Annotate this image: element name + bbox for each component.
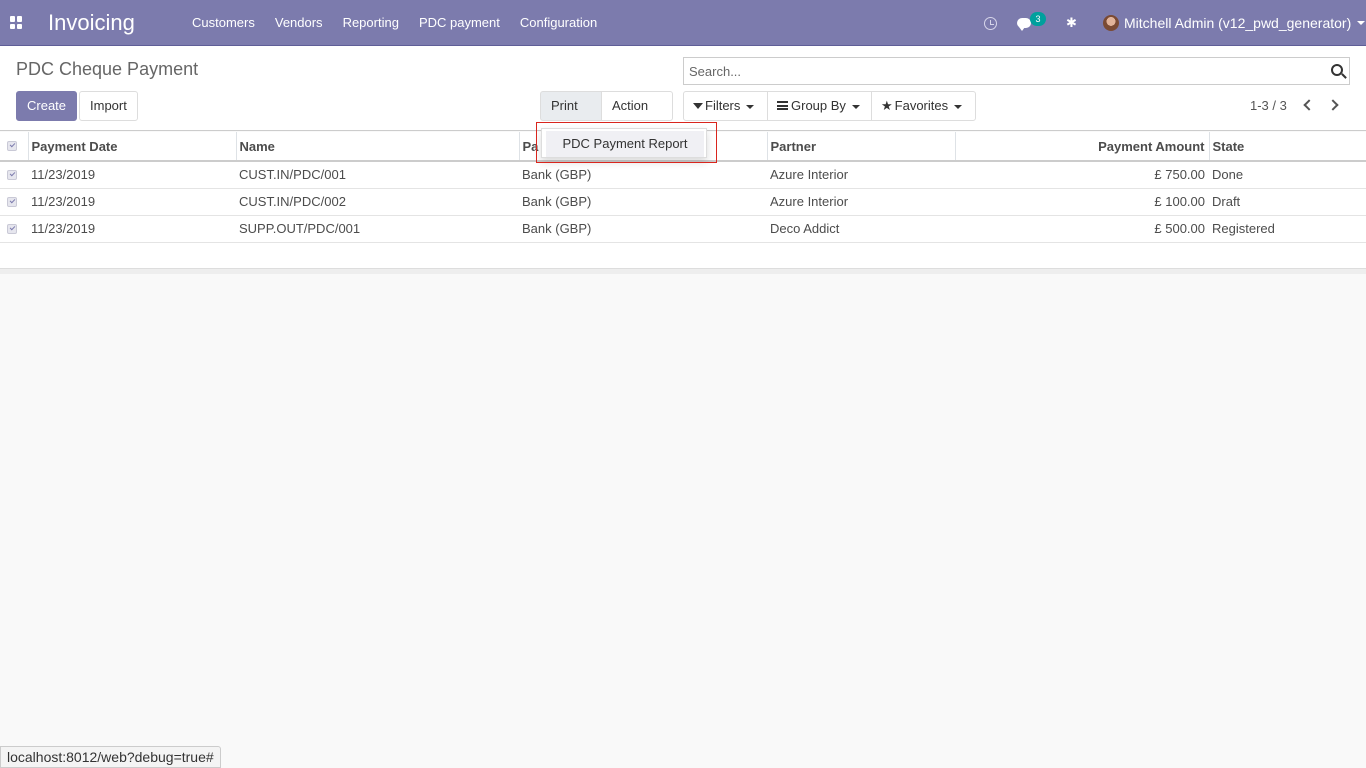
checkbox-icon [7,223,17,234]
cell-journal: Bank (GBP) [519,188,767,216]
checkbox-icon [7,141,17,152]
page-title: PDC Cheque Payment [16,59,199,79]
search-box [683,57,1350,85]
favorites-label: Favorites [894,98,949,113]
search-input[interactable] [684,58,1324,84]
import-button[interactable]: Import [79,91,138,121]
cell-journal: Bank (GBP) [519,161,767,189]
cell-amount: £ 750.00 [955,161,1209,189]
cell-state: Registered [1209,215,1366,243]
action-dropdown-button[interactable]: Action [601,91,673,137]
chevron-left-icon[interactable] [1303,99,1315,111]
star-icon: ★ [881,98,893,113]
cell-name: CUST.IN/PDC/001 [236,161,519,189]
apps-menu-icon[interactable] [10,16,23,29]
chevron-down-icon [1357,21,1366,25]
menu-reporting[interactable]: Reporting [333,0,409,46]
column-payment-amount[interactable]: Payment Amount [955,132,1210,162]
group-by-label: Group By [791,98,846,113]
cell-state: Done [1209,161,1366,189]
pdc-payment-report-item[interactable]: PDC Payment Report [546,131,704,157]
menu-customers[interactable]: Customers [182,0,265,46]
table-row[interactable]: 11/23/2019 CUST.IN/PDC/002 Bank (GBP) Az… [0,188,1366,216]
menu-vendors[interactable]: Vendors [265,0,333,46]
debug-bug-icon[interactable]: ✱ [1066,0,1077,46]
filters-button[interactable]: Filters [683,91,768,121]
empty-row [0,242,1366,270]
chevron-down-icon [954,104,963,109]
user-menu[interactable]: Mitchell Admin (v12_pwd_generator) [1103,0,1366,46]
status-url: localhost:8012/web?debug=true# [0,746,221,768]
cell-journal: Bank (GBP) [519,215,767,243]
activity-clock-icon[interactable] [984,0,997,46]
cell-partner: Deco Addict [767,215,955,243]
action-label: Action [612,98,649,113]
search-icon[interactable] [1331,64,1343,76]
row-checkbox[interactable] [0,188,28,216]
cell-partner: Azure Interior [767,161,955,189]
control-panel: PDC Cheque Payment Create Import Print A… [0,46,1366,137]
filter-icon [693,102,703,109]
app-brand[interactable]: Invoicing [48,10,135,36]
column-state[interactable]: State [1209,132,1366,162]
bars-icon [777,101,788,111]
chevron-down-icon [851,104,860,109]
chat-count-badge: 3 [1030,12,1046,26]
group-by-button[interactable]: Group By [767,91,872,121]
cell-state: Draft [1209,188,1366,216]
checkbox-icon [7,196,17,207]
column-partner[interactable]: Partner [767,132,956,162]
cell-name: CUST.IN/PDC/002 [236,188,519,216]
column-name[interactable]: Name [236,132,520,162]
cell-partner: Azure Interior [767,188,955,216]
select-all-checkbox[interactable] [0,132,29,162]
cell-date: 11/23/2019 [28,215,236,243]
cell-amount: £ 500.00 [955,215,1209,243]
table-row[interactable]: 11/23/2019 SUPP.OUT/PDC/001 Bank (GBP) D… [0,215,1366,243]
avatar [1103,15,1119,31]
pager-value[interactable]: 1-3 / 3 [1250,98,1287,113]
menu-configuration[interactable]: Configuration [510,0,607,46]
chevron-down-icon [746,104,755,109]
top-navbar: Invoicing Customers Vendors Reporting PD… [0,0,1366,46]
cell-amount: £ 100.00 [955,188,1209,216]
print-dropdown-button[interactable]: Print [540,91,602,137]
print-dropdown-menu: PDC Payment Report [541,128,707,158]
cell-date: 11/23/2019 [28,161,236,189]
cell-name: SUPP.OUT/PDC/001 [236,215,519,243]
user-name: Mitchell Admin (v12_pwd_generator) [1124,15,1352,31]
filters-label: Filters [705,98,741,113]
chevron-right-icon[interactable] [1327,99,1339,111]
favorites-button[interactable]: ★ Favorites [871,91,976,121]
row-checkbox[interactable] [0,161,28,189]
chat-icon[interactable] [1017,0,1031,46]
list-footer [0,268,1366,274]
main-menu: Customers Vendors Reporting PDC payment … [182,0,607,46]
column-payment-date[interactable]: Payment Date [28,132,237,162]
row-checkbox[interactable] [0,215,28,243]
checkbox-icon [7,169,17,180]
create-button[interactable]: Create [16,91,78,121]
table-row[interactable]: 11/23/2019 CUST.IN/PDC/001 Bank (GBP) Az… [0,161,1366,189]
menu-pdc-payment[interactable]: PDC payment [409,0,510,46]
print-label: Print [551,98,578,113]
cell-date: 11/23/2019 [28,188,236,216]
